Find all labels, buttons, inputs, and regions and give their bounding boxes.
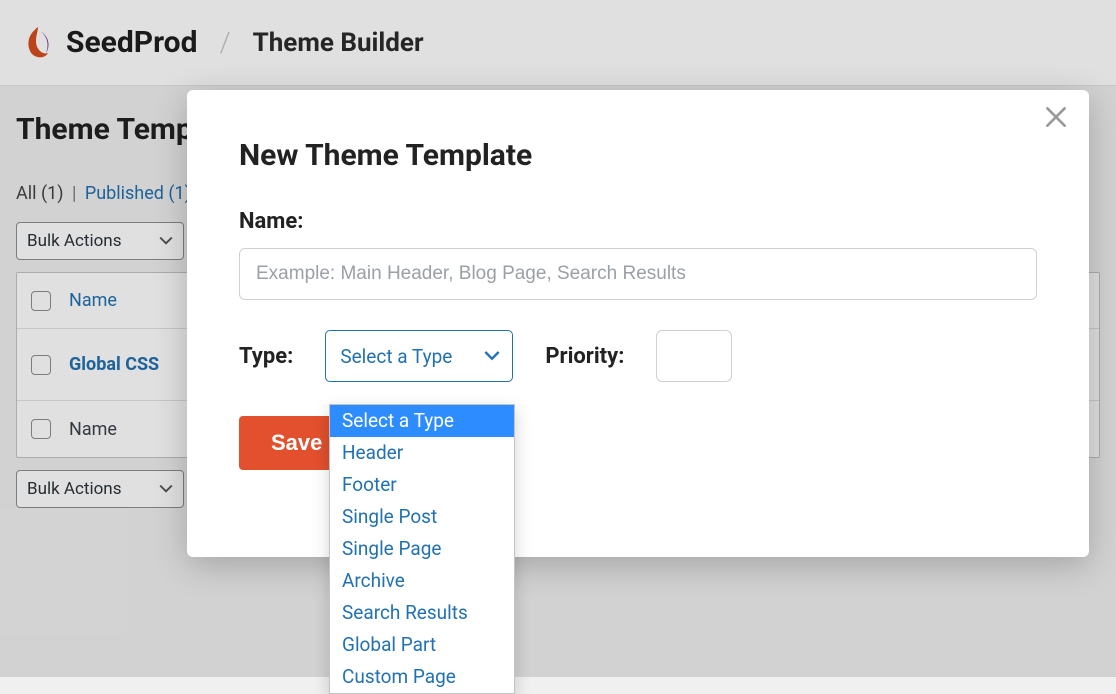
type-option[interactable]: Global Part: [330, 629, 514, 661]
type-option[interactable]: Search Results: [330, 597, 514, 629]
priority-input[interactable]: [656, 330, 732, 382]
modal-title: New Theme Template: [239, 138, 1037, 173]
type-option[interactable]: Select a Type: [330, 405, 514, 437]
type-dropdown-list: Select a Type Header Footer Single Post …: [329, 404, 515, 694]
priority-label: Priority:: [545, 344, 624, 369]
close-icon[interactable]: [1043, 104, 1069, 130]
name-label: Name:: [239, 209, 1037, 234]
chevron-down-icon: [484, 348, 500, 364]
type-select[interactable]: Select a Type: [325, 330, 513, 382]
type-option[interactable]: Single Page: [330, 533, 514, 565]
type-option[interactable]: Single Post: [330, 501, 514, 533]
name-input[interactable]: [239, 248, 1037, 300]
type-option[interactable]: Custom Page: [330, 661, 514, 693]
type-option[interactable]: Header: [330, 437, 514, 469]
new-template-modal: New Theme Template Name: Type: Select a …: [187, 90, 1089, 557]
type-label: Type:: [239, 344, 293, 369]
type-option[interactable]: Archive: [330, 565, 514, 597]
type-option[interactable]: Footer: [330, 469, 514, 501]
